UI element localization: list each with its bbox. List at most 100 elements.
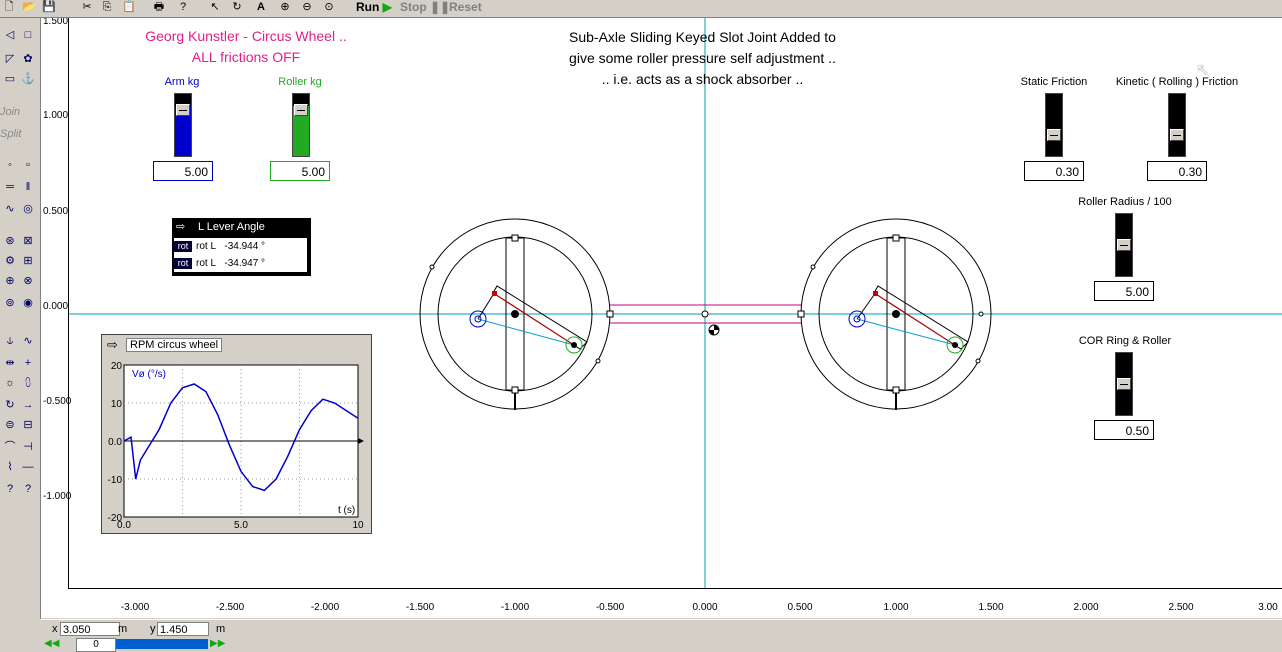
vertical-ruler: 1.500 1.000 0.500 0.000 -0.500 -1.000 [41,18,72,588]
hruler-label: 1.000 [883,602,909,613]
anchor-tool-icon[interactable]: ⚓ [20,72,36,86]
print-icon[interactable]: 🖶 [152,0,166,15]
chart-xtick-label: 10 [352,520,364,531]
roller-radius-slider[interactable] [1115,213,1133,277]
arrow-right-icon[interactable]: → [20,398,36,412]
hruler-label: 2.000 [1073,602,1099,613]
square-tool-icon[interactable]: □ [20,28,36,42]
copy-icon[interactable]: ⎘ [100,0,114,15]
motor-tool-icon[interactable]: ⊛ [2,234,18,248]
x-coord-field[interactable]: 3.050 [60,622,120,636]
reset-button[interactable]: Reset [449,0,482,15]
rotate-tool-icon[interactable]: ↻ [2,398,18,412]
target-tool-icon[interactable]: ◎ [20,202,36,216]
kinetic-friction-field[interactable]: 0.30 [1147,161,1207,181]
roller-radius-field[interactable]: 5.00 [1094,281,1154,301]
center-of-mass-icon [708,324,720,336]
rect-tool-icon[interactable]: ▭ [2,72,18,86]
title-center-line2: give some roller pressure self adjustmen… [569,50,836,66]
arm-slider[interactable] [174,93,192,157]
vruler-label: -1.000 [43,491,72,502]
save-icon[interactable]: 💾 [42,0,56,15]
zoom-in-icon[interactable]: ⊕ [278,0,292,15]
shape-tool-icon[interactable]: ◸ [2,52,18,66]
point-tool-icon[interactable]: ◦ [2,158,18,172]
new-file-icon[interactable]: 🗋 [2,0,16,15]
arm-slider-label: Arm kg [164,76,200,88]
split-button[interactable]: Split [0,128,21,140]
blob-tool-icon[interactable]: ✿ [20,52,36,66]
lever-angle-meter[interactable]: ⇨ L Lever Angle rot rot L -34.944 ° rot ro… [172,218,311,276]
rotate-icon[interactable]: ↻ [230,0,244,15]
hruler-label: -3.000 [120,602,150,613]
playback-progress-bar[interactable] [116,639,208,649]
y-coord-label: y [150,623,156,635]
mouse-cursor-icon: ↖ [1196,62,1210,79]
chart-tool-icon[interactable]: ⩇ [20,376,36,390]
paste-icon[interactable]: 📋 [122,0,136,15]
cor-slider[interactable] [1115,352,1133,416]
zoom-fit-icon[interactable]: ⊙ [322,0,336,15]
spring-tool-icon[interactable]: ∿ [2,202,18,216]
play-back-icon[interactable]: ◀◀ [44,638,59,649]
arrow-pointer-icon[interactable]: ↖ [208,0,222,15]
join-button[interactable]: Join [0,106,20,118]
x-coord-label: x [52,623,58,635]
actuator-tool-icon[interactable]: ⊠ [20,234,36,248]
arm-value-field[interactable]: 5.00 [153,161,213,181]
rod-tool-icon[interactable]: ═ [2,180,18,194]
meter-row-tag: rot [174,257,192,269]
gear-icon[interactable]: ⚙ [2,254,18,268]
roller-slider[interactable] [292,93,310,157]
open-folder-icon[interactable]: 📂 [22,0,36,15]
key-tool-icon[interactable]: ⊗ [20,274,36,288]
x-unit-label: m [118,623,128,635]
chart-xtick-label: 5.0 [234,520,248,531]
meter-row-value: -34.944 ° [224,241,266,252]
joint-tool-icon[interactable]: ⫝ [2,334,18,348]
info-tool-icon[interactable]: ? [20,482,36,496]
graph-tool-icon[interactable]: ⌇ [2,460,18,474]
static-friction-field[interactable]: 0.30 [1024,161,1084,181]
wave-tool-icon[interactable]: ∿ [20,334,36,348]
static-friction-slider[interactable] [1045,93,1063,157]
bar-tool-icon[interactable]: ⊟ [20,418,36,432]
sun-tool-icon[interactable]: ☼ [2,376,18,390]
stop-button[interactable]: Stop ❚❚ [400,0,450,15]
rope-tool-icon[interactable]: ‖ [20,180,36,194]
zoom-out-icon[interactable]: ⊖ [300,0,314,15]
workspace-canvas[interactable]: 1.500 1.000 0.500 0.000 -0.500 -1.000 -3… [41,18,1282,618]
cor-field[interactable]: 0.50 [1094,420,1154,440]
pin-tool-icon[interactable]: ⊕ [2,274,18,288]
rpm-graph[interactable]: ⇨ RPM circus wheel Vø (°/s) t (s) 20 10 … [101,334,372,534]
chart-ytick-label: 0.0 [108,437,122,448]
separator-tool-icon[interactable]: ⇹ [2,356,18,370]
text-tool-icon[interactable]: A [254,0,268,15]
slot-tool-icon[interactable]: ⊞ [20,254,36,268]
square-point-tool-icon[interactable]: ▫ [20,158,36,172]
meter-row-value: -34.947 ° [224,258,266,269]
line-tool-icon[interactable]: — [20,460,36,474]
roller-value-field[interactable]: 5.00 [270,161,330,181]
chart-ytick-label: 20 [111,361,123,372]
play-forward-icon[interactable]: ▶▶ [210,638,225,649]
question-tool-icon[interactable]: ? [2,482,18,496]
polygon-tool-icon[interactable]: ◁ [2,28,18,42]
kinetic-friction-slider[interactable] [1168,93,1186,157]
frame-field[interactable]: 0 [76,638,116,652]
y-coord-field[interactable]: 1.450 [157,622,209,636]
help-icon[interactable]: ? [176,0,190,15]
cut-icon[interactable]: ✂ [80,0,94,15]
curve-tool-icon[interactable]: ⌒ [2,440,18,454]
vruler-label: 0.500 [43,206,69,217]
chart-ytick-label: -10 [108,475,123,486]
meter-tool-icon[interactable]: ⊜ [2,418,18,432]
meter-row: rot rot L -34.944 ° [174,238,307,255]
run-button[interactable]: Run ▶ [356,0,392,15]
hruler-label: 0.000 [692,602,718,613]
rotor-tool-icon[interactable]: ⊚ [2,296,18,310]
separator-icon[interactable]: ⊣ [20,440,36,454]
plus-tool-icon[interactable]: + [20,356,36,370]
title-center-line1: Sub-Axle Sliding Keyed Slot Joint Added … [569,29,836,45]
ring-tool-icon[interactable]: ◉ [20,296,36,310]
